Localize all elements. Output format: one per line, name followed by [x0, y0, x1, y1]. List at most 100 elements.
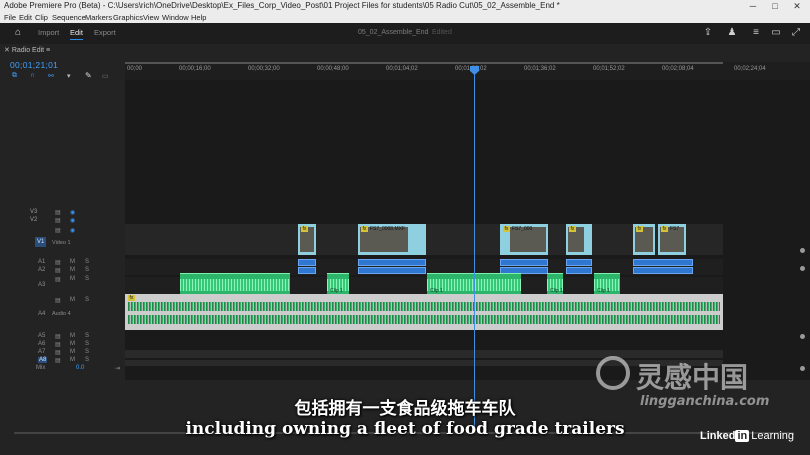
film-icon[interactable]: ▤ — [55, 227, 61, 234]
maximize-button[interactable]: □ — [764, 0, 786, 12]
home-icon[interactable]: ⌂ — [12, 27, 24, 39]
solo-toggle[interactable]: S — [85, 267, 89, 273]
sequence-tab[interactable]: ✕ Radio Edit ≡ — [4, 46, 50, 54]
track-id-a7[interactable]: A7 — [38, 349, 45, 355]
video-clip[interactable]: fx — [633, 224, 655, 255]
mute-toggle[interactable]: M — [70, 341, 75, 347]
track-row-a8[interactable] — [125, 360, 723, 366]
audio-clip[interactable] — [500, 259, 548, 266]
audio-clip[interactable]: Clip 1 — [547, 273, 563, 295]
track-id-a4[interactable]: A4 — [38, 311, 45, 317]
mute-toggle[interactable]: M — [70, 297, 75, 303]
film-icon[interactable]: ▤ — [55, 341, 61, 348]
track-id-a5[interactable]: A5 — [38, 333, 45, 339]
track-row-a7[interactable] — [125, 350, 723, 358]
mix-value[interactable]: 0.0 — [76, 365, 84, 371]
audio-clip[interactable] — [298, 259, 316, 266]
time-ruler[interactable]: 00;00 00;00;16;00 00;00;32;00 00;00;48;0… — [125, 62, 810, 80]
snap-icon[interactable]: ∩ — [30, 72, 35, 79]
audio-clip[interactable] — [566, 267, 592, 274]
quick-export-icon[interactable]: ≡ — [750, 27, 762, 39]
menu-help[interactable]: Help — [191, 12, 206, 23]
tab-import[interactable]: Import — [38, 28, 59, 37]
panel-icon[interactable]: ▭ — [770, 27, 782, 39]
track-id-a8[interactable]: A8 — [38, 357, 48, 363]
audio-clip[interactable] — [633, 259, 693, 266]
solo-toggle[interactable]: S — [85, 349, 89, 355]
audio-clip[interactable]: Clip 1 — [327, 273, 349, 295]
track-id-a6[interactable]: A6 — [38, 341, 45, 347]
solo-toggle[interactable]: S — [85, 357, 89, 363]
mute-toggle[interactable]: M — [70, 333, 75, 339]
captions-icon[interactable]: ▭ — [102, 72, 109, 80]
mute-toggle[interactable]: M — [70, 349, 75, 355]
marker-icon[interactable]: ▾ — [67, 72, 71, 80]
menu-window[interactable]: Window — [162, 12, 189, 23]
video-clip[interactable]: fx FS7 — [658, 224, 686, 255]
audio-clip[interactable] — [298, 267, 316, 274]
film-icon[interactable]: ▤ — [55, 349, 61, 356]
audio-clip[interactable] — [358, 267, 426, 274]
solo-toggle[interactable]: S — [85, 341, 89, 347]
solo-toggle[interactable]: S — [85, 259, 89, 265]
scrollbar-handle[interactable] — [800, 266, 805, 271]
track-id-a3[interactable]: A3 — [38, 282, 45, 288]
film-icon[interactable]: ▤ — [55, 209, 61, 216]
mute-toggle[interactable]: M — [70, 276, 75, 282]
audio-clip-music[interactable]: fx — [125, 294, 723, 330]
audio-clip[interactable] — [633, 267, 693, 274]
mute-toggle[interactable]: M — [70, 267, 75, 273]
audio-clip[interactable] — [566, 259, 592, 266]
nest-icon[interactable]: ⧉ — [12, 72, 17, 80]
eye-icon[interactable]: ◉ — [70, 217, 75, 224]
mute-toggle[interactable]: M — [70, 259, 75, 265]
film-icon[interactable]: ▤ — [55, 259, 61, 266]
scrollbar-handle[interactable] — [800, 248, 805, 253]
menu-sequence[interactable]: Sequence — [52, 12, 86, 23]
menu-graphics[interactable]: Graphics — [113, 12, 143, 23]
track-id-v1[interactable]: V1 — [35, 237, 47, 247]
track-id-v3[interactable]: V3 — [30, 209, 37, 215]
menu-clip[interactable]: Clip — [35, 12, 48, 23]
eye-icon[interactable]: ◉ — [70, 227, 75, 234]
scrollbar-handle[interactable] — [800, 366, 805, 371]
menu-file[interactable]: File — [4, 12, 16, 23]
film-icon[interactable]: ▤ — [55, 276, 61, 283]
menu-markers[interactable]: Markers — [85, 12, 112, 23]
linked-selection-icon[interactable]: ⚯ — [48, 72, 54, 80]
eye-icon[interactable]: ◉ — [70, 209, 75, 216]
close-button[interactable]: ✕ — [786, 0, 808, 12]
playhead-timecode[interactable]: 00;01;21;01 — [10, 60, 58, 70]
tab-export[interactable]: Export — [94, 28, 116, 37]
menu-view[interactable]: View — [143, 12, 159, 23]
work-area-bar[interactable] — [125, 62, 723, 64]
video-clip[interactable]: fx FS7_000 — [500, 224, 548, 255]
solo-toggle[interactable]: S — [85, 333, 89, 339]
film-icon[interactable]: ▤ — [55, 297, 61, 304]
workspaces-icon[interactable]: ♟ — [726, 27, 738, 39]
video-clip[interactable]: fx — [566, 224, 592, 255]
audio-clip[interactable]: Clip 1 — [594, 273, 620, 295]
solo-toggle[interactable]: S — [85, 297, 89, 303]
film-icon[interactable]: ▤ — [55, 267, 61, 274]
scrollbar-handle[interactable] — [800, 334, 805, 339]
track-id-a2[interactable]: A2 — [38, 267, 45, 273]
fullscreen-icon[interactable]: ⤢ — [790, 27, 802, 39]
film-icon[interactable]: ▤ — [55, 357, 61, 364]
film-icon[interactable]: ▤ — [55, 333, 61, 340]
video-clip[interactable]: fx — [298, 224, 316, 255]
playhead-line[interactable] — [474, 74, 475, 430]
film-icon[interactable]: ▤ — [55, 217, 61, 224]
minimize-button[interactable]: ─ — [742, 0, 764, 12]
solo-toggle[interactable]: S — [85, 276, 89, 282]
tab-edit[interactable]: Edit — [70, 28, 83, 40]
track-id-a1[interactable]: A1 — [38, 259, 45, 265]
mix-end-icon[interactable]: ⇥ — [115, 365, 120, 372]
menu-edit[interactable]: Edit — [19, 12, 32, 23]
audio-clip[interactable] — [358, 259, 426, 266]
video-clip[interactable]: fx FS7_0008.MXF — [358, 224, 426, 255]
audio-clip[interactable] — [180, 273, 290, 295]
mute-toggle[interactable]: M — [70, 357, 75, 363]
track-id-v2[interactable]: V2 — [30, 217, 37, 223]
share-icon[interactable]: ⇪ — [702, 27, 714, 39]
